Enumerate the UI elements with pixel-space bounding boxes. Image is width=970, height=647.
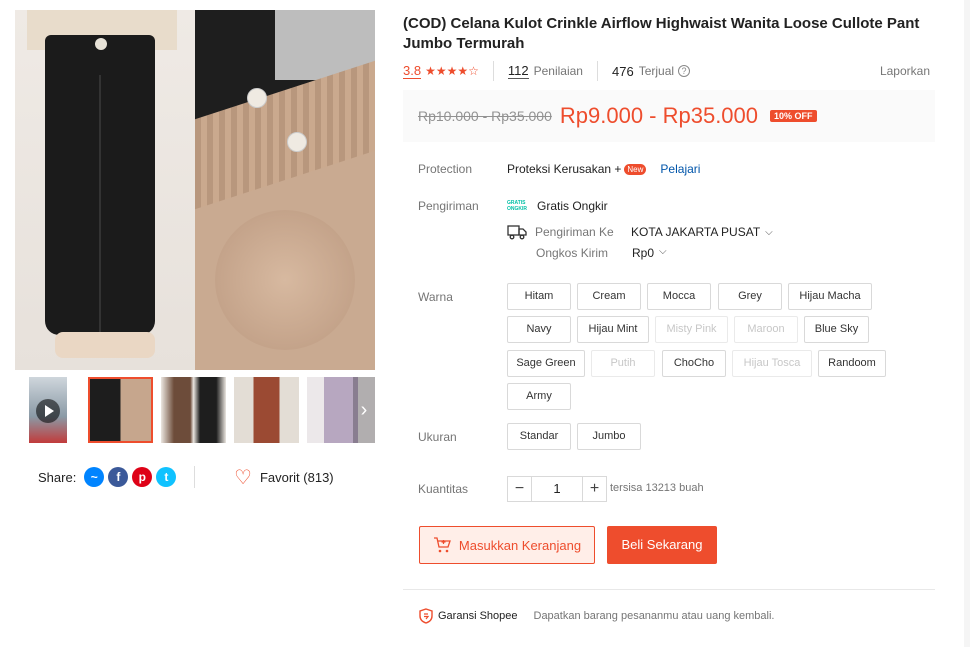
favorite-button[interactable]: ♡ Favorit (813) xyxy=(234,466,334,489)
facebook-icon[interactable]: f xyxy=(108,467,129,487)
truck-icon xyxy=(507,225,527,240)
divider xyxy=(403,589,935,590)
model-photo xyxy=(15,10,195,370)
rating-value[interactable]: 3.8 xyxy=(403,63,422,79)
ship-to-label: Pengiriman Ke xyxy=(535,225,614,239)
cart-icon xyxy=(433,537,451,553)
guarantee-title: Garansi Shopee xyxy=(438,610,518,622)
reviews-label: Penilaian xyxy=(533,64,583,78)
add-to-cart-button[interactable]: Masukkan Keranjang xyxy=(419,526,595,564)
color-option[interactable]: Hitam xyxy=(507,283,571,310)
shipping-label: Pengiriman xyxy=(418,199,479,213)
shipping-cost-dropdown[interactable]: Rp0 xyxy=(632,246,654,260)
guarantee-row: Garansi Shopee Dapatkan barang pesananmu… xyxy=(419,608,774,624)
chevron-right-icon[interactable]: › xyxy=(353,377,375,443)
color-option[interactable]: Hijau Mint xyxy=(577,316,649,343)
free-shipping-text: Gratis Ongkir xyxy=(537,199,608,213)
stock-text: tersisa 13213 buah xyxy=(610,482,704,494)
color-option[interactable]: Randoom xyxy=(818,350,886,377)
divider xyxy=(194,466,195,488)
messenger-icon[interactable]: ~ xyxy=(84,467,105,487)
guarantee-description: Dapatkan barang pesananmu atau uang kemb… xyxy=(533,610,775,622)
thumbnail-video[interactable] xyxy=(29,377,67,443)
share-label: Share: xyxy=(38,469,77,485)
color-option[interactable]: Navy xyxy=(507,316,571,343)
color-option-disabled: Hijau Tosca xyxy=(732,350,812,377)
color-option[interactable]: ChoCho xyxy=(662,350,726,377)
ship-to-dropdown[interactable]: KOTA JAKARTA PUSAT xyxy=(631,225,760,239)
ship-to-row: Pengiriman Ke KOTA JAKARTA PUSAT ⌵ xyxy=(507,224,773,240)
add-to-cart-label: Masukkan Keranjang xyxy=(458,537,582,553)
size-label: Ukuran xyxy=(418,430,457,444)
quantity-stepper: − 1 + xyxy=(507,476,607,502)
chevron-down-icon[interactable]: ⌵ xyxy=(659,246,667,260)
report-link[interactable]: Laporkan xyxy=(880,64,930,78)
heart-icon: ♡ xyxy=(234,466,252,489)
rating-stars-icon: ★★★★☆ xyxy=(425,64,479,78)
original-price: Rp10.000 - Rp35.000 xyxy=(418,108,552,124)
color-option[interactable]: Cream xyxy=(577,283,641,310)
favorite-label: Favorit (813) xyxy=(259,469,334,485)
color-option[interactable]: Sage Green xyxy=(507,350,585,377)
free-shipping-icon: GRATIS ONGKIR xyxy=(507,200,527,212)
thumbnail-1[interactable] xyxy=(88,377,153,443)
color-option-disabled: Putih xyxy=(591,350,655,377)
chevron-down-icon[interactable]: ⌵ xyxy=(765,227,773,238)
product-main-image[interactable] xyxy=(15,10,375,370)
shipping-cost-label: Ongkos Kirim xyxy=(536,246,609,260)
quantity-label: Kuantitas xyxy=(418,482,469,496)
twitter-icon[interactable]: t xyxy=(156,467,177,487)
color-label: Warna xyxy=(418,290,453,304)
decrease-button[interactable]: − xyxy=(507,476,532,502)
color-option[interactable]: Army xyxy=(507,383,571,410)
shipping-cost-row: Ongkos Kirim Rp0 ⌵ xyxy=(536,246,667,260)
size-option[interactable]: Jumbo xyxy=(577,423,641,450)
thumbnail-strip: › xyxy=(15,377,375,445)
sold-count: 476 xyxy=(611,63,634,79)
shield-icon xyxy=(419,608,433,624)
thumbnail-4[interactable]: › xyxy=(307,377,375,443)
color-option-disabled: Maroon xyxy=(734,316,798,343)
protection-row: Proteksi Kerusakan + New Pelajari xyxy=(507,162,700,176)
protection-value: Proteksi Kerusakan + xyxy=(507,162,622,176)
fabric-closeup-photo xyxy=(195,10,375,370)
product-title: (COD) Celana Kulot Crinkle Airflow Highw… xyxy=(403,15,920,52)
increase-button[interactable]: + xyxy=(582,476,607,502)
buy-now-button[interactable]: Beli Sekarang xyxy=(607,526,717,564)
play-icon xyxy=(36,399,60,423)
reviews-count[interactable]: 112 xyxy=(507,63,529,79)
price-box: Rp10.000 - Rp35.000 Rp9.000 - Rp35.000 1… xyxy=(403,90,935,142)
color-option-disabled: Misty Pink xyxy=(655,316,728,343)
help-icon[interactable]: ? xyxy=(678,65,691,77)
color-option[interactable]: Mocca xyxy=(647,283,711,310)
color-option[interactable]: Hijau Macha xyxy=(788,283,872,310)
color-option[interactable]: Grey xyxy=(718,283,782,310)
free-shipping-row: GRATIS ONGKIR Gratis Ongkir xyxy=(507,199,608,213)
pinterest-icon[interactable]: p xyxy=(132,467,153,487)
current-price: Rp9.000 - Rp35.000 xyxy=(559,103,759,128)
share-row: Share: ~ f p t xyxy=(38,466,177,488)
color-option[interactable]: Blue Sky xyxy=(804,316,869,343)
new-badge: New xyxy=(624,163,647,175)
product-detail-card: › Share: ~ f p t ♡ Favorit (813) (COD) C… xyxy=(0,0,964,647)
size-option[interactable]: Standar xyxy=(507,423,571,450)
sold-label: Terjual xyxy=(638,64,675,78)
ratings-row: 3.8 ★★★★☆ 112 Penilaian 476 Terjual ? La… xyxy=(403,61,930,81)
thumbnail-2[interactable] xyxy=(161,377,226,443)
thumbnail-3[interactable] xyxy=(234,377,299,443)
quantity-input[interactable]: 1 xyxy=(532,476,582,502)
protection-label: Protection xyxy=(418,162,473,176)
discount-badge: 10% OFF xyxy=(770,110,817,122)
learn-more-link[interactable]: Pelajari xyxy=(660,162,700,176)
